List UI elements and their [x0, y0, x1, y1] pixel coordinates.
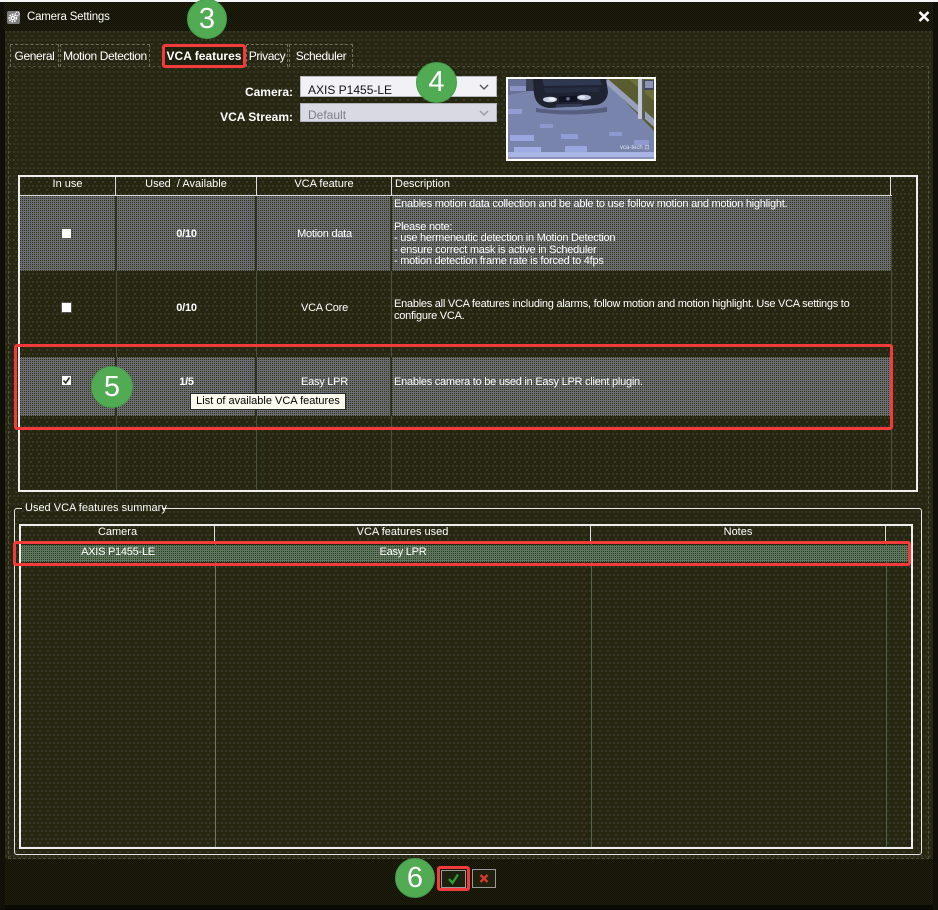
svg-text:vca-tech ⊡: vca-tech ⊡ — [620, 145, 649, 151]
